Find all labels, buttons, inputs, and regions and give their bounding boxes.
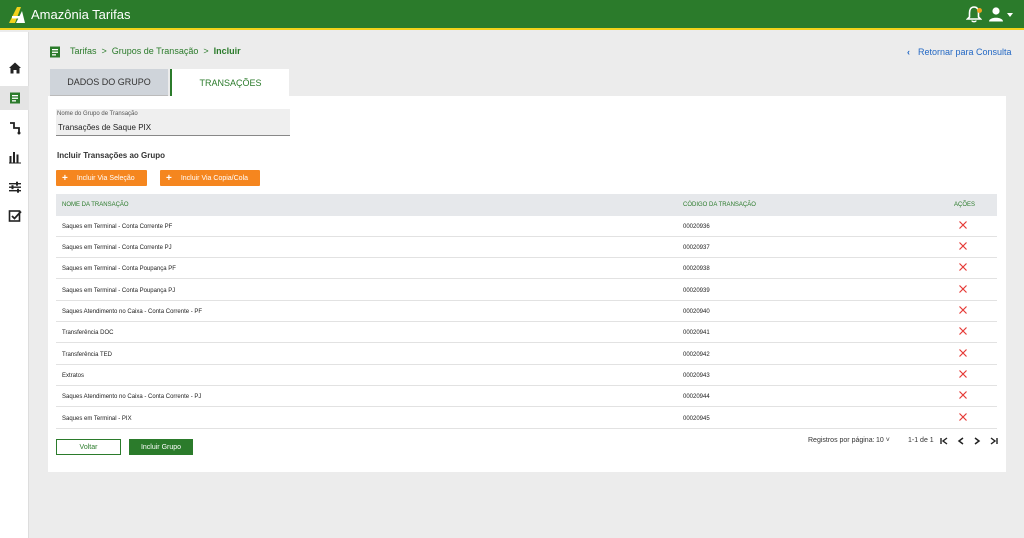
transaction-code: 00020939 [683, 288, 710, 294]
sidebar-item-settings[interactable] [0, 175, 29, 199]
transaction-code: 00020943 [683, 373, 710, 379]
transaction-name: Extratos [62, 373, 85, 379]
delete-icon[interactable] [958, 369, 968, 379]
rows-per-page-label: Registros por página: [808, 437, 875, 444]
sidebar-item-reports[interactable] [0, 145, 29, 169]
group-name-label: Nome do Grupo de Transação [57, 111, 138, 117]
table-header [56, 194, 997, 216]
delete-icon[interactable] [958, 241, 968, 251]
delete-icon[interactable] [958, 305, 968, 315]
transaction-code: 00020938 [683, 266, 710, 272]
table-row: Saques em Terminal - Conta Poupança PJ 0… [56, 280, 997, 301]
include-group-button[interactable]: Incluir Grupo [129, 439, 193, 455]
transaction-name: Saques Atendimento no Caixa - Conta Corr… [62, 394, 202, 400]
sidebar [0, 32, 29, 538]
transaction-name: Transferência DOC [62, 330, 114, 336]
table-row: Saques em Terminal - Conta Poupança PF 0… [56, 258, 997, 279]
back-to-search-label: Retornar para Consulta [918, 47, 1012, 57]
previous-page-icon[interactable] [956, 436, 966, 446]
breadcrumb-receipt-icon [50, 46, 60, 58]
table-row: Saques em Terminal - Conta Corrente PF 0… [56, 216, 997, 237]
transaction-name: Saques em Terminal - Conta Poupança PJ [62, 288, 176, 294]
column-header-actions: AÇÕES [954, 202, 976, 208]
add-via-copy-paste-label: Incluir Via Copia/Cola [180, 174, 249, 182]
chevron-down-icon: ˅ [883, 437, 890, 444]
column-header-code: CÓDIGO DA TRANSAÇÃO [683, 202, 756, 208]
delete-icon[interactable] [958, 284, 968, 294]
back-to-search-link[interactable]: ‹ Retornar para Consulta [907, 47, 1012, 57]
add-via-selection-label: Incluir Via Seleção [76, 174, 135, 182]
delete-icon[interactable] [958, 262, 968, 272]
transaction-name: Saques em Terminal - PIX [62, 416, 132, 422]
add-via-copy-paste-button[interactable]: + Incluir Via Copia/Cola [160, 170, 260, 186]
sidebar-item-tasks[interactable] [0, 204, 29, 228]
first-page-icon[interactable] [939, 436, 949, 446]
next-page-icon[interactable] [972, 436, 982, 446]
app-logo-icon [9, 7, 25, 23]
add-via-selection-button[interactable]: + Incluir Via Seleção [56, 170, 147, 186]
group-name-input[interactable]: Transações de Saque PIX [58, 123, 151, 132]
transaction-name: Saques em Terminal - Conta Corrente PF [62, 224, 173, 230]
rows-per-page-value: 10 [876, 437, 884, 444]
user-menu-caret-icon[interactable] [1007, 13, 1013, 17]
transaction-code: 00020940 [683, 309, 710, 315]
delete-icon[interactable] [958, 412, 968, 422]
transaction-code: 00020942 [683, 352, 710, 358]
breadcrumb-separator: > [101, 46, 107, 56]
route-icon [9, 122, 20, 135]
table-row: Transferência DOC 00020941 [56, 322, 997, 343]
pagination-range: 1-1 de 1 [908, 437, 934, 444]
rows-per-page-select[interactable]: 10 ˅ [876, 437, 890, 444]
chevron-left-icon: ‹ [907, 47, 910, 57]
transaction-name: Saques em Terminal - Conta Poupança PF [62, 266, 176, 272]
back-button[interactable]: Voltar [56, 439, 121, 455]
table-row: Saques Atendimento no Caixa - Conta Corr… [56, 301, 997, 322]
column-header-name: NOME DA TRANSAÇÃO [62, 202, 129, 208]
receipt-icon [9, 92, 20, 104]
table-row: Saques em Terminal - PIX 00020945 [56, 408, 997, 429]
sidebar-item-routes[interactable] [0, 116, 29, 140]
tab-transacoes[interactable]: TRANSAÇÕES [170, 69, 289, 96]
table-row: Saques em Terminal - Conta Corrente PJ 0… [56, 237, 997, 258]
sidebar-item-home[interactable] [0, 56, 29, 80]
app-title: Amazônia Tarifas [31, 7, 131, 22]
sidebar-item-tarifas[interactable] [0, 86, 29, 110]
transaction-code: 00020944 [683, 394, 710, 400]
home-icon [8, 62, 21, 74]
transaction-name: Saques em Terminal - Conta Corrente PJ [62, 245, 172, 251]
breadcrumb-root[interactable]: Tarifas [70, 46, 97, 56]
transaction-name: Saques Atendimento no Caixa - Conta Corr… [62, 309, 203, 315]
delete-icon[interactable] [958, 390, 968, 400]
transaction-code: 00020945 [683, 416, 710, 422]
plus-icon: + [62, 172, 68, 184]
breadcrumb-middle[interactable]: Grupos de Transação [112, 46, 199, 56]
checkbox-icon [8, 210, 22, 222]
transaction-code: 00020937 [683, 245, 710, 251]
transaction-name: Transferência TED [62, 352, 113, 358]
table-row: Extratos 00020943 [56, 365, 997, 386]
section-title: Incluir Transações ao Grupo [57, 151, 166, 160]
plus-icon: + [166, 172, 172, 184]
tab-dados-do-grupo[interactable]: DADOS DO GRUPO [50, 69, 168, 96]
sliders-icon [8, 181, 21, 193]
breadcrumb: Tarifas > Grupos de Transação > Incluir [70, 46, 241, 56]
bar-chart-icon [8, 152, 21, 164]
delete-icon[interactable] [958, 326, 968, 336]
delete-icon[interactable] [958, 348, 968, 358]
breadcrumb-separator: > [203, 46, 209, 56]
notification-dot [977, 8, 982, 13]
table-row: Transferência TED 00020942 [56, 344, 997, 365]
breadcrumb-current: Incluir [213, 46, 241, 56]
last-page-icon[interactable] [989, 436, 999, 446]
transaction-code: 00020941 [683, 330, 710, 336]
delete-icon[interactable] [958, 220, 968, 230]
user-avatar-icon[interactable] [988, 6, 1004, 22]
transaction-code: 00020936 [683, 224, 710, 230]
top-bar: Amazônia Tarifas [0, 0, 1024, 30]
table-row: Saques Atendimento no Caixa - Conta Corr… [56, 386, 997, 407]
